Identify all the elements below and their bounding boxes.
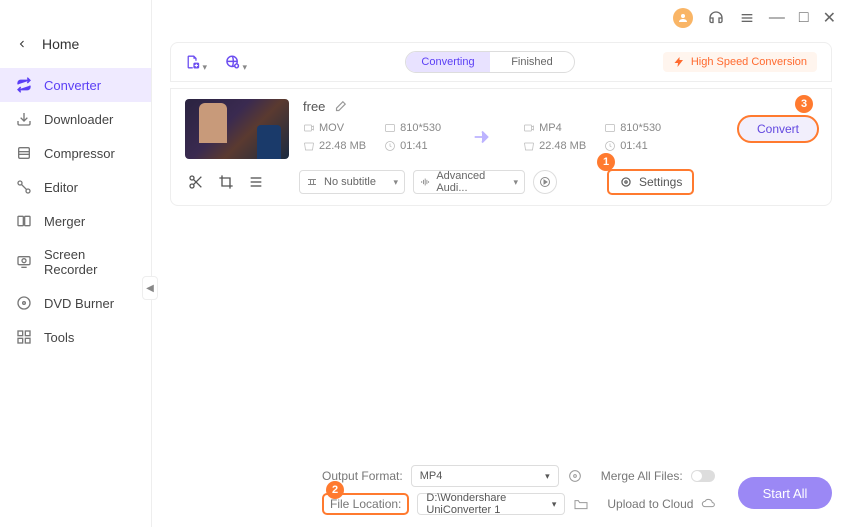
sidebar-item-compressor[interactable]: Compressor bbox=[0, 136, 151, 170]
merge-toggle[interactable] bbox=[691, 470, 715, 482]
settings-button[interactable]: Settings 1 bbox=[607, 169, 694, 195]
sidebar-item-downloader[interactable]: Downloader bbox=[0, 102, 151, 136]
add-url-button[interactable]: ▾ bbox=[225, 51, 247, 73]
merge-label: Merge All Files: bbox=[601, 469, 683, 483]
effect-icon[interactable] bbox=[245, 171, 267, 193]
tab-converting[interactable]: Converting bbox=[406, 52, 490, 72]
output-settings-icon[interactable] bbox=[567, 468, 583, 484]
callout-3: 3 bbox=[795, 95, 813, 113]
sidebar-item-tools[interactable]: Tools bbox=[0, 320, 151, 354]
target-spec: MP4 810*530 22.48 MB 01:41 bbox=[523, 122, 661, 152]
output-format-select[interactable]: MP4▾ bbox=[411, 465, 559, 487]
subtitle-dropdown[interactable]: No subtitle▾ bbox=[299, 170, 405, 194]
video-thumbnail[interactable] bbox=[185, 99, 289, 159]
crop-icon[interactable] bbox=[215, 171, 237, 193]
toolbar: ▾ ▾ Converting Finished High Speed Conve… bbox=[170, 42, 832, 82]
sidebar-item-converter[interactable]: Converter bbox=[0, 68, 151, 102]
main-area: ▾ ▾ Converting Finished High Speed Conve… bbox=[152, 0, 850, 527]
sidebar-item-screen-recorder[interactable]: Screen Recorder bbox=[0, 238, 151, 286]
home-label: Home bbox=[42, 36, 79, 52]
convert-button[interactable]: Convert bbox=[737, 115, 819, 143]
open-folder-icon[interactable] bbox=[573, 496, 589, 512]
sidebar-item-merger[interactable]: Merger bbox=[0, 204, 151, 238]
add-file-button[interactable]: ▾ bbox=[185, 51, 207, 73]
high-speed-badge[interactable]: High Speed Conversion bbox=[663, 52, 817, 72]
file-location-label: File Location: 2 bbox=[322, 493, 409, 515]
file-name: free bbox=[303, 99, 325, 114]
callout-1: 1 bbox=[597, 153, 615, 171]
sidebar-item-editor[interactable]: Editor bbox=[0, 170, 151, 204]
arrow-right-icon bbox=[471, 126, 493, 148]
sidebar: Home Converter Downloader Compressor Edi… bbox=[0, 0, 152, 527]
start-all-button[interactable]: Start All bbox=[738, 477, 832, 509]
home-link[interactable]: Home bbox=[0, 30, 151, 68]
preview-icon[interactable] bbox=[533, 170, 557, 194]
callout-2: 2 bbox=[326, 481, 344, 499]
file-card: free MOV 810*530 22.48 MB 01:41 MP4 810*… bbox=[170, 88, 832, 206]
trim-icon[interactable] bbox=[185, 171, 207, 193]
tab-finished[interactable]: Finished bbox=[490, 52, 574, 72]
file-location-select[interactable]: D:\Wondershare UniConverter 1▾ bbox=[417, 493, 565, 515]
upload-cloud-label: Upload to Cloud bbox=[607, 497, 693, 511]
source-spec: MOV 810*530 22.48 MB 01:41 bbox=[303, 122, 441, 152]
status-tabs: Converting Finished bbox=[405, 51, 575, 73]
rename-icon[interactable] bbox=[333, 100, 347, 114]
audio-dropdown[interactable]: Advanced Audi...▾ bbox=[413, 170, 525, 194]
cloud-icon[interactable] bbox=[701, 496, 717, 512]
sidebar-item-dvd-burner[interactable]: DVD Burner bbox=[0, 286, 151, 320]
